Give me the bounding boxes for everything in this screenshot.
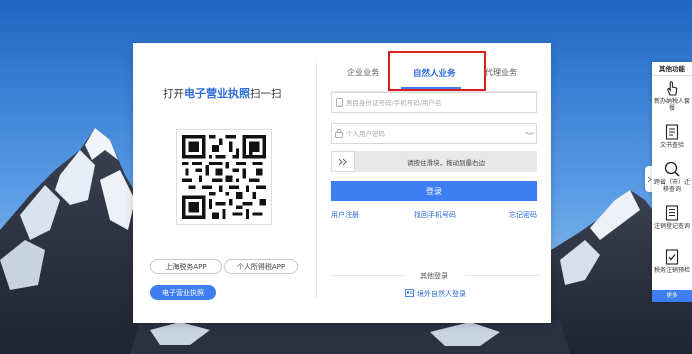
sidebar-item-migration-query[interactable]: 跨省（市）迁移查询 — [652, 160, 692, 193]
foreign-login-link[interactable]: 境外自然人登录 — [405, 289, 466, 299]
sidebar-more-button[interactable]: 更多 — [652, 290, 692, 302]
chevron-right-icon — [647, 176, 652, 182]
personal-income-tax-app-button[interactable]: 个人所得税APP — [224, 259, 298, 274]
sidebar-item-deregistration-precheck[interactable]: 税务注销预检 — [652, 248, 692, 274]
register-icon — [665, 205, 679, 221]
find-phone-link[interactable]: 找回手机号码 — [414, 210, 456, 220]
scan-title-prefix: 打开 — [163, 88, 184, 100]
other-login-line-right — [465, 275, 539, 276]
slide-verify[interactable]: 请按住滑块，拖动到最右边 — [331, 151, 537, 172]
sidebar-item-label: 跨省（市）迁移查询 — [653, 179, 690, 193]
username-input[interactable] — [346, 98, 536, 107]
login-button[interactable]: 登录 — [331, 181, 537, 201]
foreign-id-icon — [405, 289, 414, 299]
sidebar-item-deregistration-query[interactable]: 注销登记查询 — [652, 204, 692, 230]
qr-code-image — [182, 135, 266, 219]
tab-highlight-box — [388, 51, 486, 91]
login-panel: 打开电子营业执照扫一扫 上海税务APP 个人所得税APP 电子营业执照 企业业务… — [133, 43, 551, 323]
phone-icon — [332, 93, 346, 112]
other-functions-sidebar: 其他功能 新办纳税人套餐 文书查验 跨省（市）迁移查询 注销登记查询 税务注销预… — [652, 62, 692, 302]
panel-divider — [316, 63, 317, 298]
sidebar-item-label: 注销登记查询 — [653, 223, 690, 230]
scan-title: 打开电子营业执照扫一扫 — [163, 85, 282, 101]
scan-title-highlight: 电子营业执照 — [184, 87, 250, 100]
qr-code — [176, 129, 272, 225]
sidebar-item-label: 新办纳税人套餐 — [653, 98, 690, 112]
tab-agent[interactable]: 代理业务 — [485, 67, 517, 78]
slider-hint: 请按住滑块，拖动到最右边 — [407, 159, 485, 167]
eye-hidden-icon[interactable] — [522, 130, 536, 138]
lock-icon — [332, 124, 346, 143]
foreign-login-label[interactable]: 境外自然人登录 — [417, 289, 466, 299]
password-field[interactable] — [331, 123, 537, 144]
tab-enterprise[interactable]: 企业业务 — [347, 67, 379, 78]
password-input[interactable] — [346, 129, 522, 138]
other-login-title: 其他登录 — [420, 272, 448, 280]
sidebar-title: 其他功能 — [652, 62, 692, 76]
scan-title-suffix: 扫一扫 — [250, 88, 282, 100]
login-tabs: 企业业务 自然人业务 代理业务 — [331, 51, 551, 91]
document-icon — [665, 124, 679, 140]
shanghai-tax-app-button[interactable]: 上海税务APP — [150, 259, 222, 274]
hand-pointer-icon — [667, 81, 678, 96]
sidebar-item-document-check[interactable]: 文书查验 — [652, 123, 692, 149]
forgot-password-link[interactable]: 忘记密码 — [509, 210, 537, 220]
business-license-button[interactable]: 电子营业执照 — [150, 285, 216, 300]
search-icon — [664, 161, 680, 177]
username-field[interactable] — [331, 92, 537, 113]
sidebar-item-label: 文书查验 — [659, 142, 684, 149]
sidebar-item-new-taxpayer[interactable]: 新办纳税人套餐 — [652, 79, 692, 112]
register-link[interactable]: 用户注册 — [331, 210, 359, 220]
check-document-icon — [665, 249, 679, 265]
sidebar-item-label: 税务注销预检 — [653, 267, 690, 274]
